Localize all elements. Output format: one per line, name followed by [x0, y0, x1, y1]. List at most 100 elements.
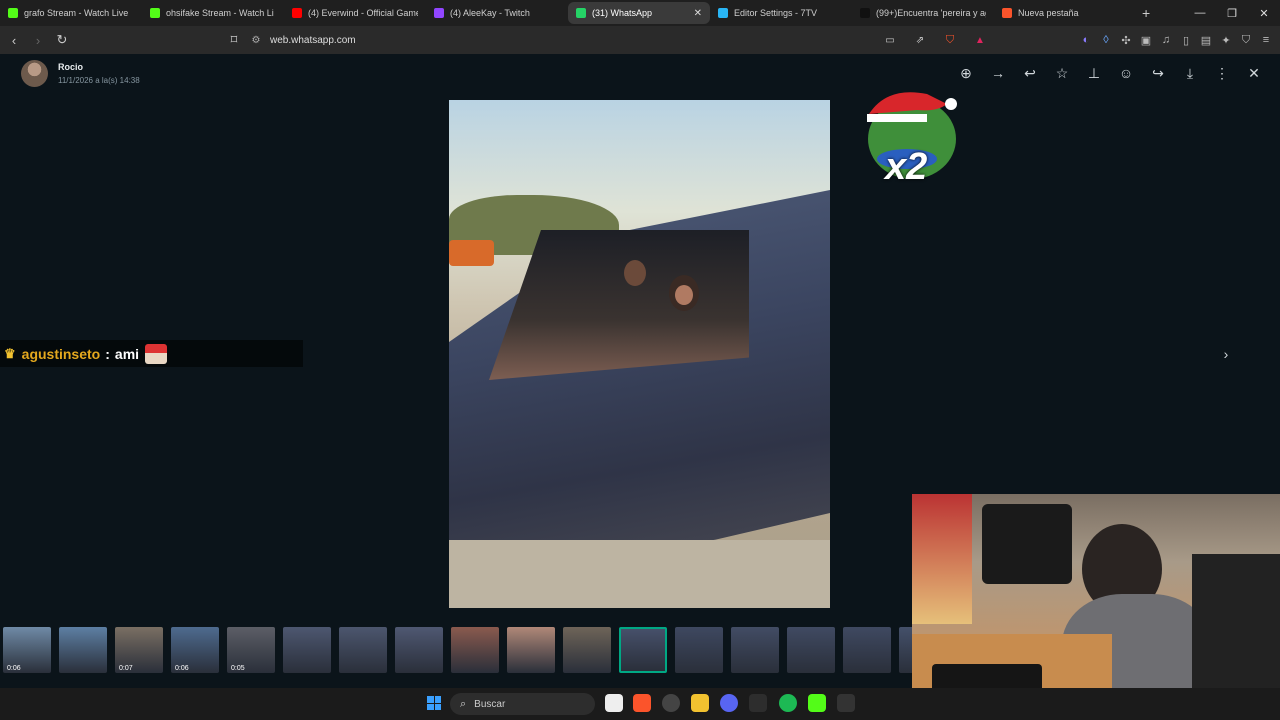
zoom-in-icon[interactable]: ⊕	[950, 63, 982, 83]
taskbar: ⌕ Buscar	[0, 688, 1280, 720]
minimize-icon[interactable]: —	[1184, 0, 1216, 26]
star-icon[interactable]: ☆	[1046, 63, 1078, 83]
extension-icon[interactable]: ◐	[1078, 30, 1094, 50]
next-media-button[interactable]: ›	[1216, 344, 1236, 364]
close-icon[interactable]: ✕	[1238, 63, 1270, 83]
media-thumbnail[interactable]	[619, 627, 667, 673]
browser-tab[interactable]: (4) AleeKay - Twitch	[426, 2, 568, 24]
media-thumbnail[interactable]	[395, 627, 443, 673]
video-duration: 0:06	[175, 665, 189, 672]
media-thumbnail[interactable]	[563, 627, 611, 673]
tab-favicon-icon	[860, 8, 870, 18]
forward-icon[interactable]: ›	[28, 30, 48, 50]
media-thumbnail[interactable]: 0:07	[115, 627, 163, 673]
santa-emote-icon	[145, 343, 168, 364]
discord-icon[interactable]	[720, 694, 738, 712]
media-thumbnail[interactable]: 0:05	[227, 627, 275, 673]
close-tab-icon[interactable]: ✕	[694, 8, 702, 19]
brave-rewards-icon[interactable]: ▲	[970, 30, 990, 50]
spotify-icon[interactable]	[779, 694, 797, 712]
chat-separator: :	[105, 345, 110, 362]
tab-favicon-icon	[718, 8, 728, 18]
media-thumbnail[interactable]: 0:06	[171, 627, 219, 673]
person-head	[624, 260, 646, 286]
close-window-icon[interactable]: ✕	[1248, 0, 1280, 26]
chat-message-text: ami	[114, 345, 140, 362]
site-info-icon[interactable]: ⚙	[248, 35, 264, 46]
browser-tab[interactable]: (99+)Encuentra 'pereira y agu	[852, 2, 994, 24]
media-icon[interactable]: ♫	[1158, 30, 1174, 50]
media-photo	[449, 100, 830, 608]
media-thumbnail[interactable]	[283, 627, 331, 673]
browser-tab[interactable]: (4) Everwind - Official Gamepla	[284, 2, 426, 24]
media-thumbnail[interactable]	[843, 627, 891, 673]
app-icon[interactable]	[837, 694, 855, 712]
browser-tab[interactable]: (31) WhatsApp ✕	[568, 2, 710, 24]
download-icon[interactable]: ⤓	[1174, 63, 1206, 83]
brave-shield-icon[interactable]: ⛉	[940, 30, 960, 50]
vpn-icon[interactable]: ⛉	[1238, 30, 1254, 50]
reply-icon[interactable]: ↩	[1014, 63, 1046, 83]
menu-icon[interactable]: ≡	[1258, 30, 1274, 50]
emoji-icon[interactable]: ☺	[1110, 63, 1142, 83]
back-icon[interactable]: ‹	[4, 30, 24, 50]
leo-ai-icon[interactable]: ✦	[1218, 30, 1234, 50]
tab-title: ohsifake Stream - Watch Li	[166, 8, 274, 18]
file-explorer-icon[interactable]	[691, 694, 709, 712]
share-icon[interactable]: ↪	[1142, 63, 1174, 83]
pin-icon[interactable]: ⊥	[1078, 63, 1110, 83]
browser-tab[interactable]: ohsifake Stream - Watch Li	[142, 2, 284, 24]
restore-icon[interactable]: ❐	[1216, 0, 1248, 26]
forward-arrow-icon[interactable]: →	[982, 63, 1014, 83]
reload-icon[interactable]: ↻	[52, 30, 72, 50]
crown-badge-icon: ♛	[4, 345, 16, 361]
browser-tab[interactable]: grafo Stream - Watch Live	[0, 2, 142, 24]
search-icon: ⌕	[460, 697, 467, 710]
monitor	[982, 504, 1072, 584]
brave-browser-icon[interactable]	[633, 694, 651, 712]
extension-icon[interactable]: ◊	[1098, 30, 1114, 50]
browser-tab-bar: grafo Stream - Watch Live ohsifake Stream…	[0, 0, 1280, 26]
extension-icon[interactable]: ▣	[1138, 30, 1154, 50]
cast-icon[interactable]: ▭	[880, 30, 900, 50]
viewer-toolbar: ⊕ → ↩ ☆ ⊥ ☺ ↪ ⤓ ⋮ ✕	[950, 63, 1270, 83]
wall-poster	[912, 494, 972, 624]
taskbar-search[interactable]: ⌕ Buscar	[450, 693, 595, 715]
puzzle-icon[interactable]: ✣	[1118, 30, 1134, 50]
search-placeholder: Buscar	[474, 698, 506, 710]
windows-start-icon[interactable]	[427, 696, 441, 710]
tab-favicon-icon	[292, 8, 302, 18]
browser-tab[interactable]: Nueva pestaña	[994, 2, 1136, 24]
more-icon[interactable]: ⋮	[1206, 63, 1238, 83]
bookmark-icon[interactable]: ⌑	[224, 30, 244, 50]
kick-icon[interactable]	[808, 694, 826, 712]
media-thumbnail[interactable]	[787, 627, 835, 673]
avatar[interactable]	[21, 60, 48, 87]
wallet-icon[interactable]: ▤	[1198, 30, 1214, 50]
share-page-icon[interactable]: ⇗	[910, 30, 930, 50]
app-icon[interactable]	[662, 694, 680, 712]
new-tab-button[interactable]: +	[1142, 5, 1156, 21]
media-thumbnail[interactable]	[899, 627, 912, 673]
message-timestamp: 11/1/2026 a la(s) 14:38	[58, 76, 140, 85]
video-duration: 0:07	[119, 665, 133, 672]
media-thumbnail[interactable]	[507, 627, 555, 673]
media-thumbnail[interactable]	[339, 627, 387, 673]
person-face	[675, 285, 693, 305]
media-thumbnail-strip: 0:06 0:07 0:06 0:05	[0, 627, 912, 675]
media-thumbnail[interactable]	[675, 627, 723, 673]
media-thumbnail[interactable]: 0:06	[3, 627, 51, 673]
sticker-emote: x2	[867, 84, 957, 196]
sidebar-icon[interactable]: ▯	[1178, 30, 1194, 50]
media-thumbnail[interactable]	[451, 627, 499, 673]
sender-info[interactable]: Rocio 11/1/2026 a la(s) 14:38	[21, 60, 140, 87]
video-duration: 0:06	[7, 665, 21, 672]
media-thumbnail[interactable]	[59, 627, 107, 673]
chat-username: agustinseto	[21, 345, 101, 362]
tab-title: (4) Everwind - Official Gamepla	[308, 8, 418, 18]
browser-tab[interactable]: Editor Settings - 7TV	[710, 2, 852, 24]
app-icon[interactable]	[749, 694, 767, 712]
task-view-icon[interactable]	[605, 694, 623, 712]
tab-favicon-icon	[1002, 8, 1012, 18]
media-thumbnail[interactable]	[731, 627, 779, 673]
